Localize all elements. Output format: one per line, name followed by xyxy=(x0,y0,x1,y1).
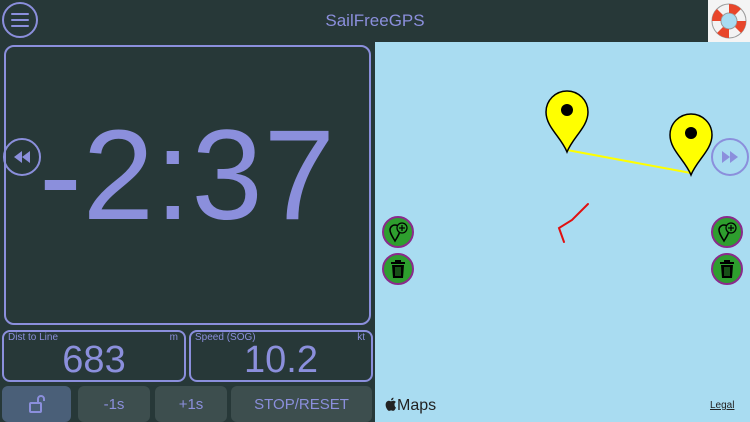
start-line xyxy=(566,149,692,174)
speed-value: 10.2 xyxy=(244,339,318,381)
add-pin-icon xyxy=(389,222,408,243)
map-view[interactable]: Maps Legal xyxy=(375,42,750,422)
delete-right-button[interactable] xyxy=(711,253,743,285)
fast-forward-button[interactable] xyxy=(711,138,749,176)
boat-track xyxy=(557,203,589,243)
plus-one-second-button[interactable]: +1s xyxy=(155,386,227,422)
stop-reset-button[interactable]: STOP/RESET xyxy=(231,386,372,422)
maps-logo: Maps xyxy=(385,397,436,415)
delete-left-button[interactable] xyxy=(382,253,414,285)
lifebuoy-button[interactable] xyxy=(708,0,750,42)
rewind-button[interactable] xyxy=(3,138,41,176)
map-pin-icon xyxy=(545,90,589,155)
fast-forward-icon xyxy=(722,151,738,163)
lock-button[interactable] xyxy=(2,386,71,422)
dist-to-line-panel: Dist to Line m 683 xyxy=(2,330,186,382)
map-overlay xyxy=(545,90,713,243)
apple-logo-icon xyxy=(385,397,396,411)
minus-one-second-button[interactable]: -1s xyxy=(78,386,150,422)
dist-to-line-value: 683 xyxy=(62,339,126,381)
left-panel: -2:37 Dist to Line m 683 Speed (SOG) kt … xyxy=(0,42,375,422)
speed-panel: Speed (SOG) kt 10.2 xyxy=(189,330,373,382)
add-pin-left-button[interactable] xyxy=(382,216,414,248)
rewind-icon xyxy=(14,151,30,163)
legal-link[interactable]: Legal xyxy=(710,400,734,411)
countdown-timer: -2:37 xyxy=(39,104,336,247)
trash-icon xyxy=(391,260,405,278)
lock-open-icon xyxy=(28,395,45,413)
top-bar: SailFreeGPS xyxy=(0,0,750,42)
map-pin-icon xyxy=(669,113,713,178)
lifebuoy-icon xyxy=(711,3,747,39)
add-pin-right-button[interactable] xyxy=(711,216,743,248)
trash-icon xyxy=(720,260,734,278)
add-pin-icon xyxy=(718,222,737,243)
app-title: SailFreeGPS xyxy=(325,11,425,30)
maps-label: Maps xyxy=(397,397,437,414)
